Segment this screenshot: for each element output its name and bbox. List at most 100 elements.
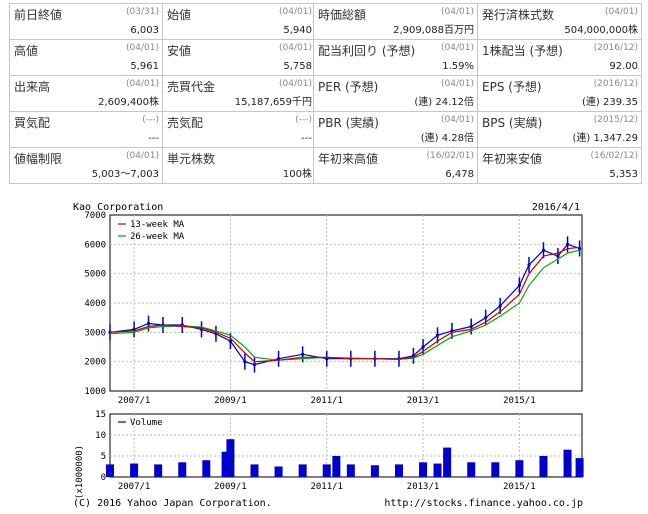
price-xtick-label: 2011/1 (310, 396, 343, 406)
quote-cell: 年初来高値 (16/02/01) 6,478 (313, 147, 478, 184)
volume-bar (154, 464, 163, 477)
quote-cell: 発行済株式数 (04/01) 504,000,000株 (477, 3, 642, 40)
quote-label: 1株配当 (予想) (482, 44, 563, 58)
quote-label: 出来高 (14, 80, 51, 94)
quote-table-right: 時価総額 (04/01) 2,909,088百万円 発行済株式数 (04/01) 504,… (313, 3, 642, 184)
quote-label: 買気配 (14, 116, 51, 130)
quote-label: 単元株数 (167, 152, 216, 166)
price-ytick-label: 2000 (84, 358, 106, 368)
stock-chart: Kao Corporation 2016/4/1 100020003000400… (73, 202, 584, 509)
quote-row: 値幅制限 (04/01) 5,003～7,003 単元株数 100株 (9, 147, 316, 184)
quote-value: (連) 4.28倍 (420, 133, 474, 144)
quote-value: 5,961 (130, 61, 159, 72)
quote-row: 年初来高値 (16/02/01) 6,478 年初来安値 (16/02/12) 5,353 (313, 147, 642, 184)
volume-bar (274, 466, 283, 477)
price-xtick-label: 2013/1 (407, 396, 440, 406)
volume-bar (370, 465, 379, 477)
price-xtick-label: 2009/1 (214, 396, 247, 406)
quote-cell: 配当利回り (予想) (04/01) 1.59% (313, 39, 478, 76)
volume-bar (130, 463, 139, 477)
quote-value: 2,609,400株 (98, 97, 159, 108)
quote-date: (04/01) (279, 7, 312, 17)
quote-value: 1.59% (442, 61, 474, 72)
volume-bar (106, 464, 114, 477)
quote-label: 安値 (167, 44, 192, 58)
quote-date: (04/01) (605, 7, 638, 17)
volume-bar (322, 464, 331, 477)
quote-cell: 時価総額 (04/01) 2,909,088百万円 (313, 3, 478, 40)
volume-bar (202, 460, 211, 477)
volume-bar (178, 462, 187, 477)
quote-label: BPS (実績) (482, 116, 543, 130)
quote-row: 前日終値 (03/31) 6,003 始値 (04/01) 5,940 (9, 3, 316, 40)
quote-date: (04/01) (279, 43, 312, 53)
quote-label: 配当利回り (予想) (318, 44, 416, 58)
volume-bar (563, 449, 572, 477)
quote-label: PER (予想) (318, 80, 379, 94)
quote-date: (---) (142, 115, 159, 125)
price-xtick-label: 2015/1 (503, 396, 536, 406)
quote-cell: 年初来安値 (16/02/12) 5,353 (477, 147, 642, 184)
quote-value: --- (148, 133, 159, 144)
legend-ma26-label: 26-week MA (130, 232, 185, 242)
quote-value: 5,940 (283, 25, 312, 36)
quote-label: 前日終値 (14, 8, 63, 22)
quote-value: --- (301, 133, 312, 144)
quote-cell: 1株配当 (予想) (2016/12) 92.00 (477, 39, 642, 76)
quote-value: 5,003～7,003 (91, 169, 159, 180)
volume-ytick-label: 5 (101, 452, 106, 462)
volume-bar (394, 464, 403, 477)
quote-row: 高値 (04/01) 5,961 安値 (04/01) 5,758 (9, 39, 316, 76)
quote-date: (04/01) (441, 79, 474, 89)
volume-bar (491, 462, 500, 477)
quote-label: 年初来高値 (318, 152, 379, 166)
volume-bar (298, 464, 307, 477)
volume-bar (575, 458, 584, 477)
volume-xtick-label: 2011/1 (310, 482, 343, 492)
quote-row: PER (予想) (04/01) (連) 24.12倍 EPS (予想) (2016/1… (313, 75, 642, 112)
quote-row: 買気配 (---) --- 売気配 (---) --- (9, 111, 316, 148)
quote-date: (04/01) (441, 115, 474, 125)
quote-date: (2016/12) (593, 43, 638, 53)
quote-value: (連) 24.12倍 (414, 97, 474, 108)
quote-cell: 前日終値 (03/31) 6,003 (9, 3, 163, 40)
volume-xtick-label: 2007/1 (118, 482, 151, 492)
legend-volume-label: Volume (130, 418, 163, 428)
quote-label: PBR (実績) (318, 116, 379, 130)
price-ytick-label: 3000 (84, 328, 106, 338)
price-xtick-label: 2007/1 (118, 396, 151, 406)
quote-date: (04/01) (441, 7, 474, 17)
price-ytick-label: 4000 (84, 299, 106, 309)
quote-date: (16/02/12) (590, 151, 638, 161)
quote-cell: 単元株数 100株 (162, 147, 316, 184)
chart-date: 2016/4/1 (532, 202, 580, 213)
volume-xtick-label: 2009/1 (214, 482, 247, 492)
quote-date: (04/01) (126, 79, 159, 89)
price-ytick-label: 5000 (84, 270, 106, 280)
quote-row: 出来高 (04/01) 2,609,400株 売買代金 (04/01) 15,187,65… (9, 75, 316, 112)
quote-cell: BPS (実績) (2015/12) (連) 1,347.29 (477, 111, 642, 148)
quote-cell: EPS (予想) (2016/12) (連) 239.35 (477, 75, 642, 112)
quote-value: (連) 239.35 (582, 97, 638, 108)
quote-cell: PBR (実績) (04/01) (連) 4.28倍 (313, 111, 478, 148)
quote-row: 時価総額 (04/01) 2,909,088百万円 発行済株式数 (04/01) 504,… (313, 3, 642, 40)
quote-date: (04/01) (126, 43, 159, 53)
quote-label: 高値 (14, 44, 39, 58)
quote-value: 2,909,088百万円 (393, 25, 474, 36)
quote-date: (03/31) (126, 7, 159, 17)
volume-ytick-label: 0 (101, 473, 106, 483)
quote-date: (---) (295, 115, 312, 125)
volume-bar (467, 462, 476, 477)
volume-bar (250, 464, 259, 477)
volume-bar (226, 439, 235, 477)
volume-xtick-label: 2015/1 (503, 482, 536, 492)
quote-cell: 売買代金 (04/01) 15,187,659千円 (162, 75, 316, 112)
quote-label: 始値 (167, 8, 192, 22)
quote-date: (04/01) (441, 43, 474, 53)
quote-value: 15,187,659千円 (234, 97, 312, 108)
volume-ytick-label: 15 (95, 410, 106, 420)
quote-cell: 高値 (04/01) 5,961 (9, 39, 163, 76)
quote-label: EPS (予想) (482, 80, 542, 94)
quote-label: 時価総額 (318, 8, 367, 22)
quote-value: 6,478 (445, 169, 474, 180)
